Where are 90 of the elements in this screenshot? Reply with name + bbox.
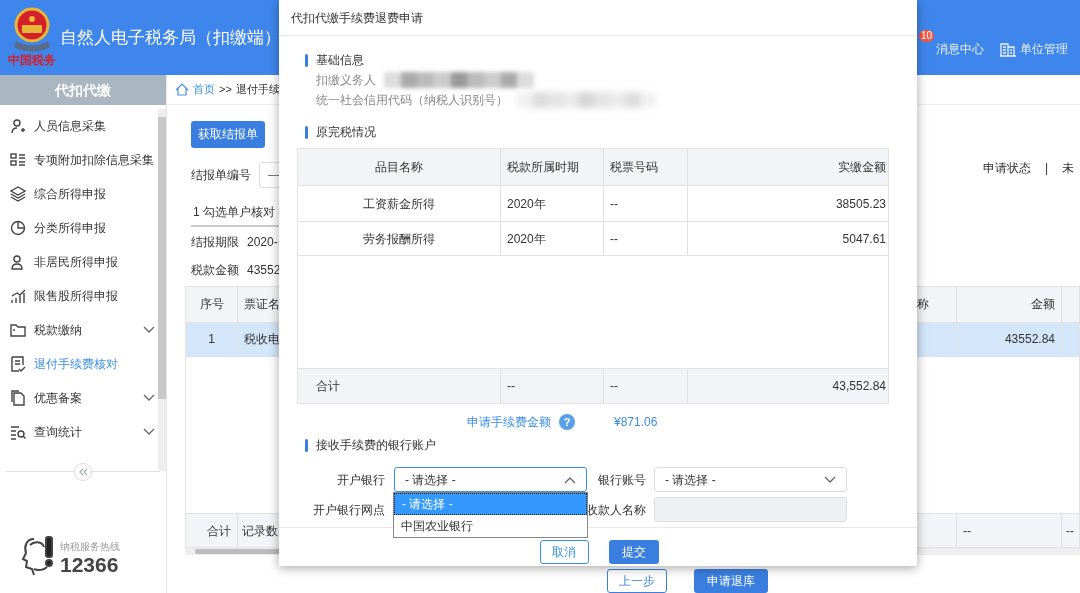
field-label: 结报单编号: [191, 166, 251, 184]
table-cell: 2020年: [501, 186, 604, 221]
person-add-icon: [10, 118, 26, 134]
status-label: 申请状态: [982, 159, 1031, 177]
submit-button[interactable]: 提交: [608, 540, 659, 564]
table-cell: --: [501, 369, 604, 403]
search-list-icon: [10, 424, 26, 440]
fetch-report-button[interactable]: 获取结报单: [191, 120, 265, 148]
info-label: 统一社会信用代码（纳税人识别号）: [316, 92, 508, 109]
table-cell: 工资薪金所得: [298, 186, 501, 221]
collapse-button[interactable]: [74, 463, 92, 481]
sidebar-item[interactable]: 退付手续费核对: [0, 347, 157, 381]
info-label: 税款金额: [191, 261, 239, 279]
table-cell: --: [604, 222, 688, 255]
sidebar-item[interactable]: 查询统计: [0, 415, 157, 449]
chevron-down-icon: [824, 475, 836, 484]
field-label: 银行账号: [597, 471, 647, 489]
info-label: 扣缴义务人: [316, 72, 376, 89]
previous-step-button[interactable]: 上一步: [607, 569, 667, 593]
table-cell-text: 43,552.84: [831, 378, 887, 395]
chevron-down-icon: [143, 326, 155, 334]
list-icon: [10, 152, 26, 168]
layers-icon: [10, 186, 26, 202]
section-heading: 接收手续费的银行账户: [316, 437, 436, 454]
sidebar-item[interactable]: 优惠备案: [0, 381, 157, 415]
sidebar-item[interactable]: 人员信息采集: [0, 109, 157, 143]
column-header: 品目名称: [298, 149, 501, 185]
table-cell: 2020年: [501, 222, 604, 255]
table-cell: 劳务报酬所得: [298, 222, 501, 255]
column-header: 实缴金额: [837, 159, 887, 176]
dialog-title: 代扣代缴手续费退费申请: [279, 0, 917, 36]
app-title: 自然人电子税务局（扣缴端）: [60, 26, 281, 49]
fee-label: 申请手续费金额: [467, 414, 551, 431]
sidebar-item[interactable]: 专项附加扣除信息采集: [0, 143, 157, 177]
info-value: 43552: [247, 261, 281, 279]
double-chevron-icon: [78, 468, 88, 476]
pie-chart-icon: [10, 220, 26, 236]
info-label: 结报期限: [191, 233, 239, 251]
table-cell: 43552.84: [957, 322, 1062, 356]
column-header: 税款所属时期: [501, 149, 604, 185]
home-icon: [175, 82, 189, 96]
section-heading: 基础信息: [316, 52, 364, 69]
select-field[interactable]: - 请选择 -: [654, 467, 847, 492]
section-heading: 原完税情况: [316, 124, 376, 141]
breadcrumb-current: 退付手续: [235, 82, 280, 97]
logo-text: 中国税务: [8, 53, 56, 67]
documents-icon: [10, 390, 26, 406]
fee-amount: ¥871.06: [614, 414, 658, 431]
table-cell-text: 5047.61: [841, 230, 887, 248]
notification-badge: 10: [919, 30, 935, 42]
table-cell: --: [604, 369, 688, 403]
sidebar-title: 代扣代缴: [0, 75, 166, 105]
document-check-icon: [10, 356, 26, 372]
table-cell: 合计: [298, 369, 501, 403]
table-cell: 1: [186, 322, 238, 356]
status-option[interactable]: 未: [1062, 158, 1080, 177]
sidebar-item[interactable]: 非居民所得申报: [0, 245, 157, 279]
table-cell-text: --: [1065, 522, 1075, 540]
select-field[interactable]: - 请选择 -: [394, 467, 587, 492]
breadcrumb-link[interactable]: 首页: [193, 81, 215, 98]
table-cell: --: [957, 514, 1062, 548]
cancel-button[interactable]: 取消: [539, 540, 589, 564]
column-header: 序号: [186, 286, 238, 322]
field-label: 开户银行: [336, 471, 385, 489]
building-icon: [1000, 41, 1017, 57]
hotline-agent-icon: [20, 535, 56, 577]
chevron-down-icon: [143, 428, 155, 436]
bar-chart-icon: [10, 288, 26, 304]
sidebar-item[interactable]: 限售股所得申报: [0, 279, 157, 313]
hotline-label: 纳税服务热线: [60, 541, 120, 553]
table-cell-text: 38505.23: [834, 195, 887, 213]
chevron-down-icon: [143, 394, 155, 402]
info-value: 2020-: [247, 233, 278, 251]
column-header: 税票号码: [604, 149, 688, 185]
dropdown-option[interactable]: 中国农业银行: [394, 515, 587, 537]
sidebar-item[interactable]: 分类所得申报: [0, 211, 157, 245]
chevron-up-icon: [564, 475, 576, 484]
column-header: 金额: [957, 286, 1062, 322]
hotline-number: 12366: [60, 553, 120, 577]
person-icon: [10, 254, 26, 270]
sidebar-item[interactable]: 税款缴纳: [0, 313, 157, 347]
status-separator: |: [1044, 159, 1048, 177]
input-field[interactable]: [654, 497, 847, 522]
table-cell: 合计: [186, 514, 238, 548]
table-cell: --: [604, 186, 688, 221]
breadcrumb-separator: >>: [219, 82, 232, 97]
scrollbar[interactable]: [158, 109, 166, 471]
folder-icon: [10, 322, 26, 338]
apply-refund-button[interactable]: 申请退库: [694, 569, 768, 593]
sidebar-item[interactable]: 综合所得申报: [0, 177, 157, 211]
